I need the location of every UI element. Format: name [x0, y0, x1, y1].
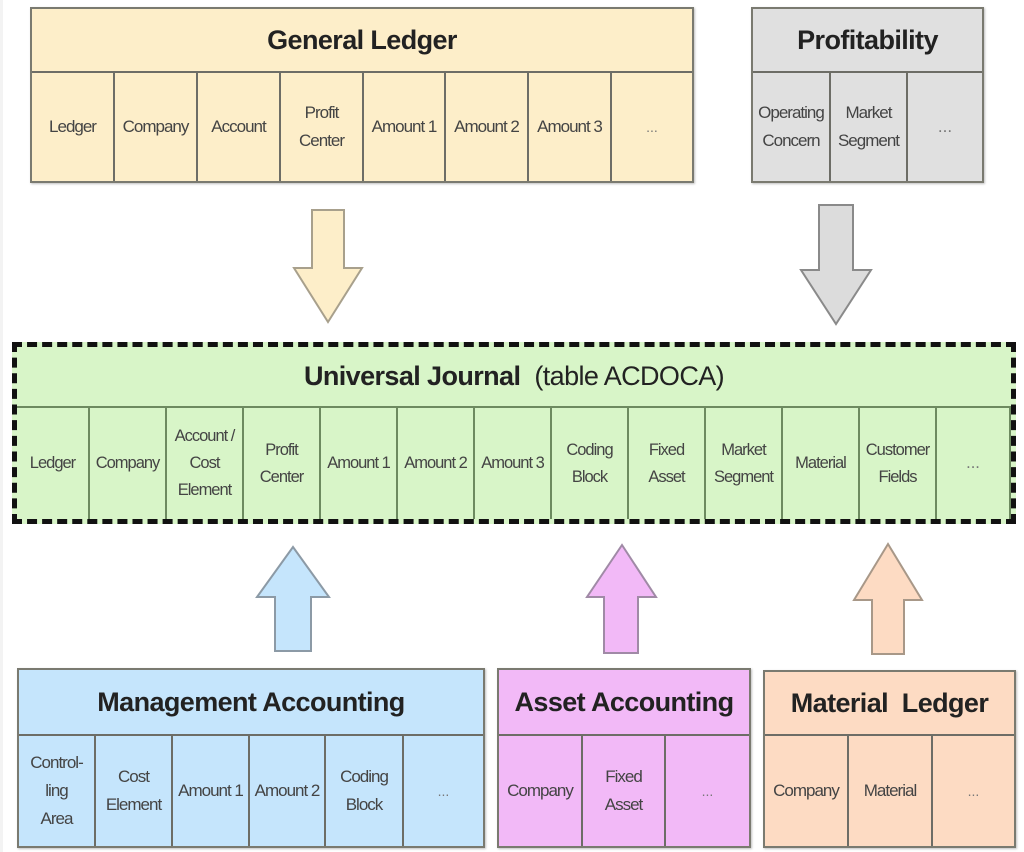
field-cell: Amount 3	[475, 408, 552, 519]
general-ledger-fields: Ledger Company Account Profit Center Amo…	[32, 73, 692, 181]
page-edge	[0, 0, 3, 852]
field-cell: Profit Center	[281, 73, 364, 181]
field-cell: Amount 1	[364, 73, 446, 181]
field-cell: Ledger	[32, 73, 115, 181]
field-cell: Fixed Asset	[583, 736, 666, 846]
profitability-table: Profitability Operating Concern Market S…	[751, 7, 984, 183]
material-ledger-title: Material Ledger	[765, 672, 1014, 736]
field-cell: Material	[783, 408, 860, 519]
field-cell: Fixed Asset	[629, 408, 706, 519]
field-cell: Customer Fields	[860, 408, 937, 519]
arrow-down-icon-general-ledger	[292, 209, 364, 324]
field-cell-more: ...	[937, 117, 953, 136]
field-cell: Company	[90, 408, 167, 519]
profitability-title: Profitability	[753, 9, 982, 73]
general-ledger-title: General Ledger	[32, 9, 692, 73]
field-cell: Company	[499, 736, 583, 846]
field-cell: Account	[198, 73, 281, 181]
field-cell: Amount 2	[446, 73, 529, 181]
field-cell: Market Segment	[831, 73, 908, 181]
field-cell: Profit Center	[244, 408, 321, 519]
universal-journal-table: Universal Journal (table ACDOCA) Ledger …	[12, 342, 1016, 524]
profitability-fields: Operating Concern Market Segment ...	[753, 73, 982, 181]
arrow-up-icon-material-ledger	[852, 542, 924, 655]
field-cell: Market Segment	[706, 408, 783, 519]
management-accounting-title: Management Accounting	[19, 670, 483, 736]
field-cell-more: ...	[967, 783, 980, 799]
universal-journal-subtitle: (table ACDOCA)	[534, 361, 725, 391]
management-accounting-table: Management Accounting Control- ling Area…	[17, 668, 485, 848]
arrow-up-icon-management-accounting	[255, 545, 331, 652]
field-cell: Material	[849, 736, 933, 846]
field-cell: Operating Concern	[753, 73, 831, 181]
management-accounting-fields: Control- ling Area Cost Element Amount 1…	[19, 736, 483, 846]
field-cell: Amount 1	[321, 408, 398, 519]
field-cell: Amount 2	[250, 736, 326, 846]
general-ledger-table: General Ledger Ledger Company Account Pr…	[30, 7, 694, 183]
field-cell: Amount 2	[398, 408, 475, 519]
field-cell: Ledger	[17, 408, 90, 519]
material-ledger-fields: Company Material ...	[765, 736, 1014, 846]
arrow-down-icon-profitability	[799, 204, 873, 326]
field-cell: Coding Block	[326, 736, 404, 846]
universal-journal-title: Universal Journal	[303, 361, 521, 391]
asset-accounting-table: Asset Accounting Company Fixed Asset ...	[497, 668, 751, 848]
field-cell: Account / Cost Element	[167, 408, 244, 519]
field-cell: Amount 3	[529, 73, 612, 181]
field-cell-more: ...	[646, 119, 658, 135]
arrow-up-icon-asset-accounting	[585, 543, 658, 654]
field-cell-more: ...	[701, 783, 714, 799]
field-cell-more: ...	[437, 783, 450, 799]
material-ledger-table: Material Ledger Company Material ...	[763, 670, 1016, 848]
field-cell: Company	[115, 73, 198, 181]
field-cell-more: ...	[937, 408, 1011, 519]
field-cell: Cost Element	[96, 736, 173, 846]
field-cell: Coding Block	[552, 408, 629, 519]
field-cell: Amount 1	[173, 736, 250, 846]
asset-accounting-title: Asset Accounting	[499, 670, 749, 736]
asset-accounting-fields: Company Fixed Asset ...	[499, 736, 749, 846]
universal-journal-header: Universal Journal (table ACDOCA)	[17, 347, 1011, 408]
universal-journal-fields: Ledger Company Account / Cost Element Pr…	[17, 408, 1011, 519]
field-cell: Control- ling Area	[19, 736, 96, 846]
field-cell: Company	[765, 736, 849, 846]
